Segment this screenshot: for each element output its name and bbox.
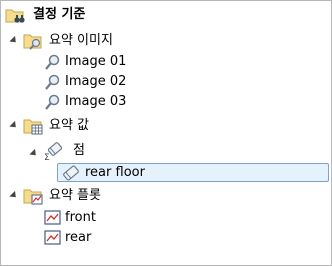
tree-item-label: Image 02 bbox=[65, 74, 127, 89]
tree-node-summary-values-label: 요약 값 bbox=[49, 118, 90, 133]
magnifier-icon bbox=[45, 74, 60, 90]
expand-arrow-icon[interactable] bbox=[29, 148, 39, 159]
tree-root-label: 결정 기준 bbox=[33, 7, 86, 22]
point-shape-icon bbox=[63, 165, 79, 181]
tree-item-label: front bbox=[65, 210, 96, 225]
tree-item-label: rear bbox=[65, 230, 92, 245]
magnifier-icon bbox=[45, 54, 60, 70]
tree-item-label: Image 03 bbox=[65, 94, 127, 109]
tree-item-label: Image 01 bbox=[65, 54, 127, 69]
tree-item-label: rear floor bbox=[85, 165, 145, 180]
tree-node-summary-images-label: 요약 이미지 bbox=[49, 33, 113, 48]
folder-plot-icon bbox=[23, 189, 43, 205]
binoculars-folder-icon bbox=[5, 9, 25, 23]
expand-arrow-icon[interactable] bbox=[9, 190, 19, 201]
tree-node-point-label: 점 bbox=[73, 143, 85, 158]
magnifier-icon bbox=[45, 94, 60, 110]
criteria-tree-panel: 결정 기준 요약 이미지 Image 01 Image 02 Image 03 bbox=[0, 0, 332, 266]
folder-table-icon bbox=[23, 119, 43, 135]
tree-node-summary-plots-label: 요약 플롯 bbox=[49, 188, 101, 203]
expand-arrow-icon[interactable] bbox=[9, 120, 19, 131]
plot-icon bbox=[44, 210, 61, 225]
sigma-point-icon: Σ bbox=[44, 142, 63, 161]
svg-text:Σ: Σ bbox=[44, 153, 50, 161]
folder-search-icon bbox=[23, 34, 42, 50]
expand-arrow-icon[interactable] bbox=[9, 35, 19, 46]
plot-icon bbox=[44, 230, 61, 245]
